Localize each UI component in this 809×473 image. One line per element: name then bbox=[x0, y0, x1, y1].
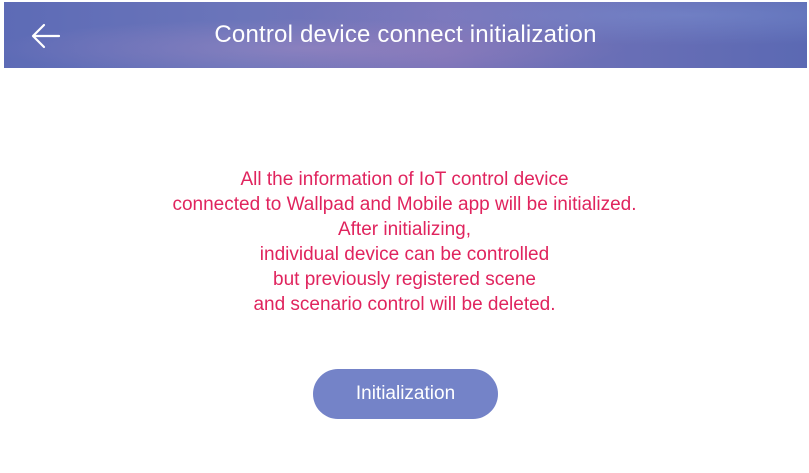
message-line: connected to Wallpad and Mobile app will… bbox=[172, 194, 637, 215]
message-line: After initializing, bbox=[337, 219, 472, 240]
warning-message: All the information of IoT control devic… bbox=[0, 167, 809, 317]
screen: Control device connect initialization Al… bbox=[0, 0, 809, 473]
message-line: All the information of IoT control devic… bbox=[240, 169, 569, 190]
initialization-button[interactable]: Initialization bbox=[313, 369, 498, 419]
message-line: individual device can be controlled bbox=[259, 244, 550, 265]
message-line: and scenario control will be deleted. bbox=[253, 294, 556, 315]
app-header: Control device connect initialization bbox=[4, 2, 807, 68]
message-line: but previously registered scene bbox=[273, 269, 536, 290]
arrow-left-icon bbox=[31, 23, 61, 49]
back-button[interactable] bbox=[26, 18, 66, 54]
page-title: Control device connect initialization bbox=[214, 21, 597, 48]
